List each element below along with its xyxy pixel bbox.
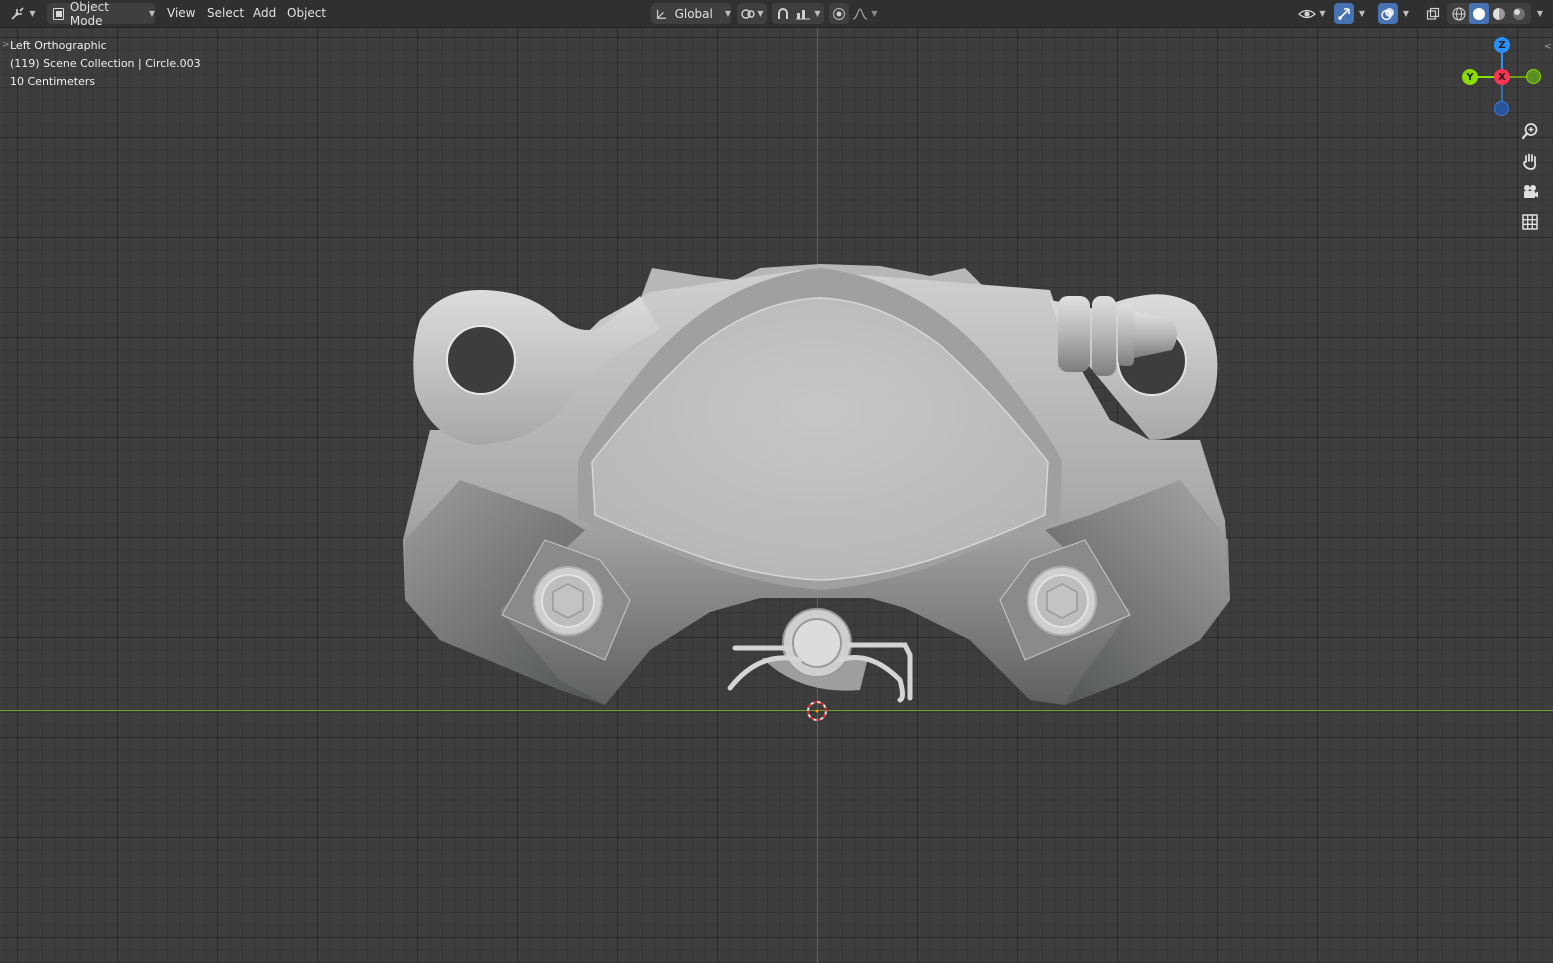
3d-cursor-icon	[807, 701, 827, 721]
brake-caliper-model[interactable]	[0, 0, 1553, 963]
pan-hand-icon	[1523, 153, 1537, 170]
pan-button[interactable]	[1517, 148, 1543, 174]
zoom-icon	[1521, 123, 1538, 140]
gizmo-z-axis[interactable]: Z	[1494, 37, 1510, 53]
toggle-perspective-button[interactable]	[1517, 209, 1543, 235]
zoom-button[interactable]	[1517, 118, 1543, 144]
camera-icon	[1524, 185, 1538, 198]
gizmo-neg-z-axis[interactable]	[1494, 101, 1509, 116]
grid-icon	[1522, 214, 1538, 230]
gizmo-y-axis[interactable]: Y	[1462, 69, 1478, 85]
navigation-gizmo[interactable]: Z Y X	[1460, 36, 1546, 120]
gizmo-x-axis[interactable]: X	[1494, 69, 1510, 85]
gizmo-neg-y-axis[interactable]	[1526, 69, 1541, 84]
camera-view-button[interactable]	[1517, 179, 1543, 205]
